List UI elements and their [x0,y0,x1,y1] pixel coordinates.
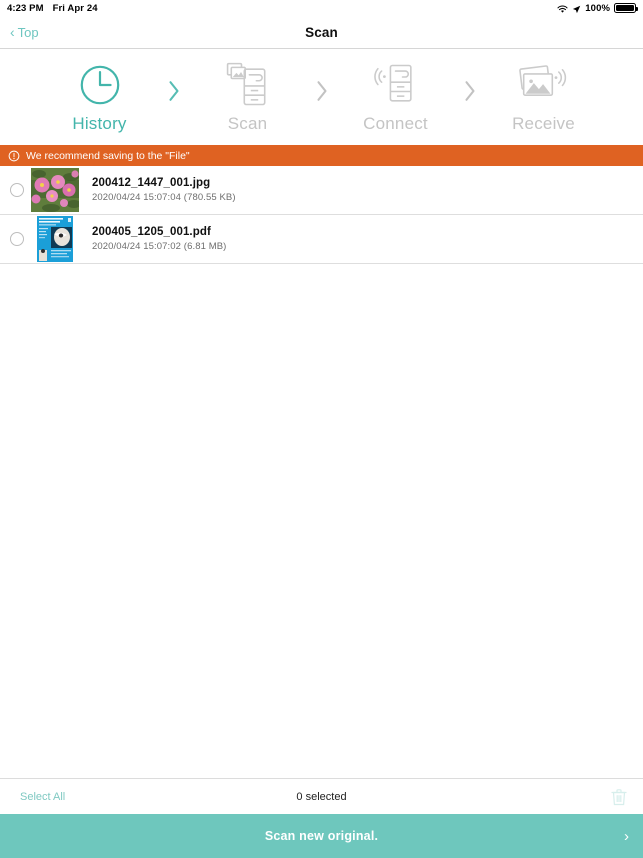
status-bar-left: 4:23 PM Fri Apr 24 [7,3,98,14]
step-arrow-3 [452,65,488,117]
clock-icon [77,59,123,111]
page-title: Scan [305,24,338,40]
wifi-icon [557,5,568,14]
row-thumbnail-wrap-2 [28,216,82,262]
unchecked-circle-icon [10,183,24,197]
chevron-left-icon: ‹ [10,24,15,40]
step-receive-label: Receive [512,114,575,133]
table-row[interactable]: 200412_1447_001.jpg 2020/04/24 15:07:04 … [0,166,643,215]
scanned-file-list: 200412_1447_001.jpg 2020/04/24 15:07:04 … [0,166,643,778]
scanner-wireless-icon [370,59,422,111]
row-checkbox-2[interactable] [6,232,28,246]
row-checkbox-1[interactable] [6,183,28,197]
blue-document-pdf-thumbnail [37,216,73,262]
status-bar-time: 4:23 PM [7,2,44,14]
scan-app-screen: 4:23 PM Fri Apr 24 100% ‹ Top Scan Histo… [0,0,643,858]
trash-icon[interactable] [611,788,627,806]
step-history[interactable]: History [44,59,156,134]
chevron-right-icon: › [624,827,629,845]
status-bar: 4:23 PM Fri Apr 24 100% [0,0,643,16]
photos-wireless-icon [515,59,573,111]
file-meta: 2020/04/24 15:07:04 (780.55 KB) [92,192,236,203]
step-arrow-2 [304,65,340,117]
row-thumbnail-wrap-1 [28,168,82,212]
scan-new-original-button[interactable]: Scan new original. › [0,814,643,858]
selection-toolbar: Select All 0 selected [0,778,643,814]
back-button-label: Top [17,24,39,40]
status-bar-right: 100% [557,2,638,14]
selected-count-label: 0 selected [296,790,347,803]
step-history-label: History [72,114,127,133]
step-arrow-1 [156,65,192,117]
row-text-2: 200405_1205_001.pdf 2020/04/24 15:07:02 … [92,226,226,252]
back-to-top-button[interactable]: ‹ Top [10,25,39,40]
battery-percent-label: 100% [585,2,610,14]
step-scan[interactable]: Scan [192,59,304,134]
info-circle-icon [8,150,20,162]
select-all-button[interactable]: Select All [20,791,65,803]
recommendation-banner-text: We recommend saving to the "File" [26,149,190,162]
step-connect-label: Connect [363,114,428,133]
location-arrow-icon [572,5,581,14]
navigation-bar: ‹ Top Scan [0,16,643,48]
step-receive[interactable]: Receive [488,59,600,134]
file-meta: 2020/04/24 15:07:02 (6.81 MB) [92,241,227,252]
step-scan-label: Scan [227,114,268,133]
row-text-1: 200412_1447_001.jpg 2020/04/24 15:07:04 … [92,177,236,203]
status-bar-date: Fri Apr 24 [52,2,98,14]
pink-flowers-photo-thumbnail [31,168,79,212]
scanner-with-photos-icon [222,59,274,111]
battery-full-icon [614,3,638,13]
unchecked-circle-icon [10,232,24,246]
step-connect[interactable]: Connect [340,59,452,134]
file-name: 200412_1447_001.jpg [92,177,211,189]
step-flow: History Scan Connect Receive [0,49,643,145]
file-name: 200405_1205_001.pdf [92,226,211,238]
cta-label: Scan new original. [264,829,379,843]
recommendation-banner: We recommend saving to the "File" [0,145,643,166]
table-row[interactable]: 200405_1205_001.pdf 2020/04/24 15:07:02 … [0,215,643,264]
